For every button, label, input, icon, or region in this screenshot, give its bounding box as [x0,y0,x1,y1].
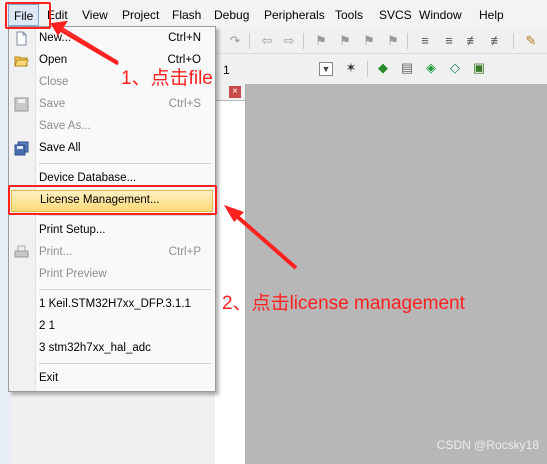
annotation-arrow-1 [50,20,119,66]
annotation-step-1: 1、点击file [121,68,213,89]
annotation-arrows [50,20,298,270]
annotation-arrow-2 [224,205,298,270]
annotation-step-2: 2、点击license management [222,293,465,314]
watermark: CSDN @Rocsky18 [436,438,539,452]
